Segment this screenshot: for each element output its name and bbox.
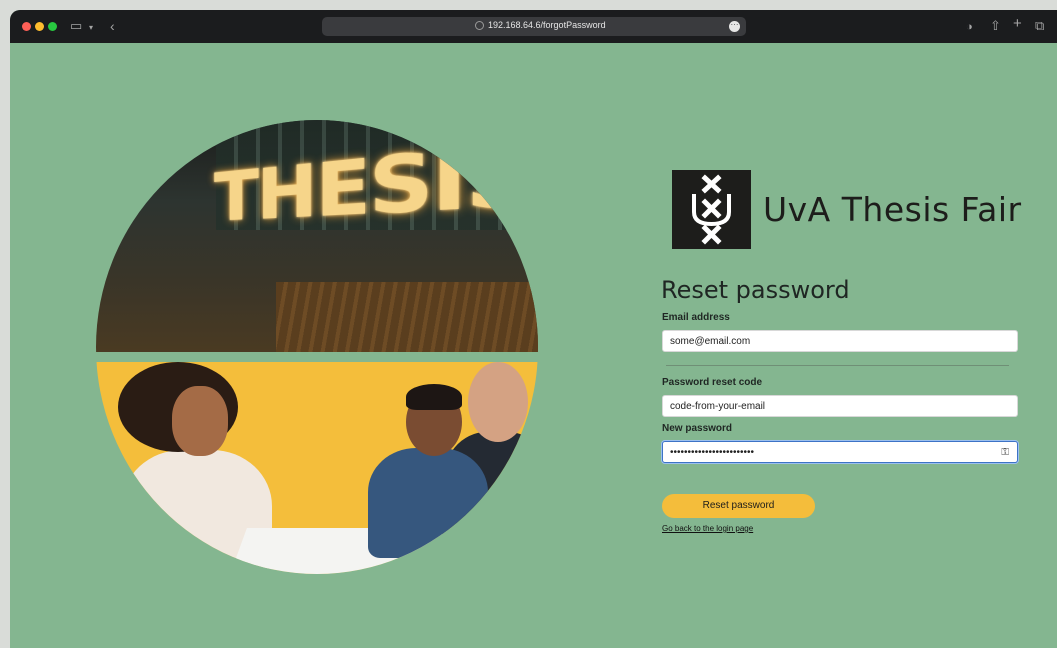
new-password-field[interactable]: •••••••••••••••••••••••• ⚿ <box>662 441 1018 463</box>
photo-divider <box>96 352 538 362</box>
reset-code-field[interactable]: code-from-your-email <box>662 395 1018 417</box>
person-man-left-hair <box>406 384 462 410</box>
person-man-left-body <box>368 448 488 558</box>
wooden-deck <box>276 282 538 352</box>
new-password-value: •••••••••••••••••••••••• <box>670 447 755 458</box>
zoom-window-button[interactable] <box>48 22 57 31</box>
form-divider <box>666 365 1009 366</box>
plus-icon[interactable]: + <box>1013 15 1022 33</box>
address-bar[interactable]: 192.168.64.6/forgotPassword ··· <box>322 17 746 36</box>
reset-code-label: Password reset code <box>662 377 763 388</box>
minimize-window-button[interactable] <box>35 22 44 31</box>
tabs-overview-icon[interactable]: ⧉ <box>1035 17 1044 35</box>
address-bar-url: 192.168.64.6/forgotPassword <box>488 20 606 30</box>
email-label: Email address <box>662 312 730 323</box>
uva-crest-icon <box>692 174 731 245</box>
back-to-login-link[interactable]: Go back to the login page <box>662 524 753 533</box>
chevron-left-icon[interactable]: ‹ <box>110 17 115 35</box>
page-title: Reset password <box>661 276 850 304</box>
uva-logo <box>672 170 751 249</box>
person-woman-face <box>172 386 228 456</box>
share-icon[interactable]: ⇧ <box>990 17 1001 35</box>
globe-icon <box>475 21 484 30</box>
sidebar-icon[interactable]: ▭ <box>70 17 82 35</box>
meeting-photo <box>96 362 538 574</box>
thesis-fair-sign-photo: THESISFAIR <box>96 120 538 352</box>
browser-toolbar: ▭ ▾ ‹ 192.168.64.6/forgotPassword ··· ◑ … <box>10 10 1057 43</box>
browser-window: ▭ ▾ ‹ 192.168.64.6/forgotPassword ··· ◑ … <box>10 10 1057 648</box>
chevron-down-icon[interactable]: ▾ <box>89 19 93 37</box>
reset-password-button[interactable]: Reset password <box>662 494 815 518</box>
email-field[interactable]: some@email.com <box>662 330 1018 352</box>
key-icon[interactable]: ⚿ <box>1001 447 1009 459</box>
brand-name: UvA Thesis Fair <box>763 190 1022 229</box>
hero-image-circle: THESISFAIR <box>96 120 538 574</box>
privacy-report-icon[interactable]: ◑ <box>966 18 973 36</box>
close-window-button[interactable] <box>22 22 31 31</box>
new-password-label: New password <box>662 423 733 434</box>
more-icon[interactable]: ··· <box>729 21 740 32</box>
person-man-right-head <box>468 362 528 442</box>
